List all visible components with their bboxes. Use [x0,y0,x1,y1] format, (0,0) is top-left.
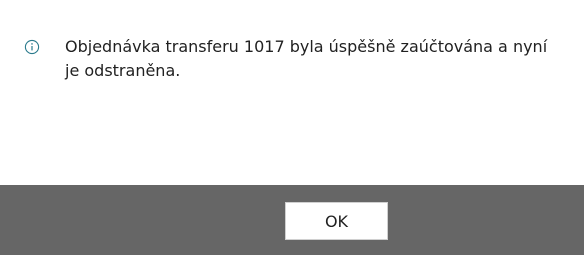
message-area: Objednávka transferu 1017 byla úspěšně z… [0,0,584,185]
message-dialog: Objednávka transferu 1017 byla úspěšně z… [0,0,584,255]
ok-button[interactable]: OK [285,202,388,240]
info-icon [24,39,40,55]
dialog-footer: OK [0,185,584,255]
message-text: Objednávka transferu 1017 byla úspěšně z… [65,37,548,80]
